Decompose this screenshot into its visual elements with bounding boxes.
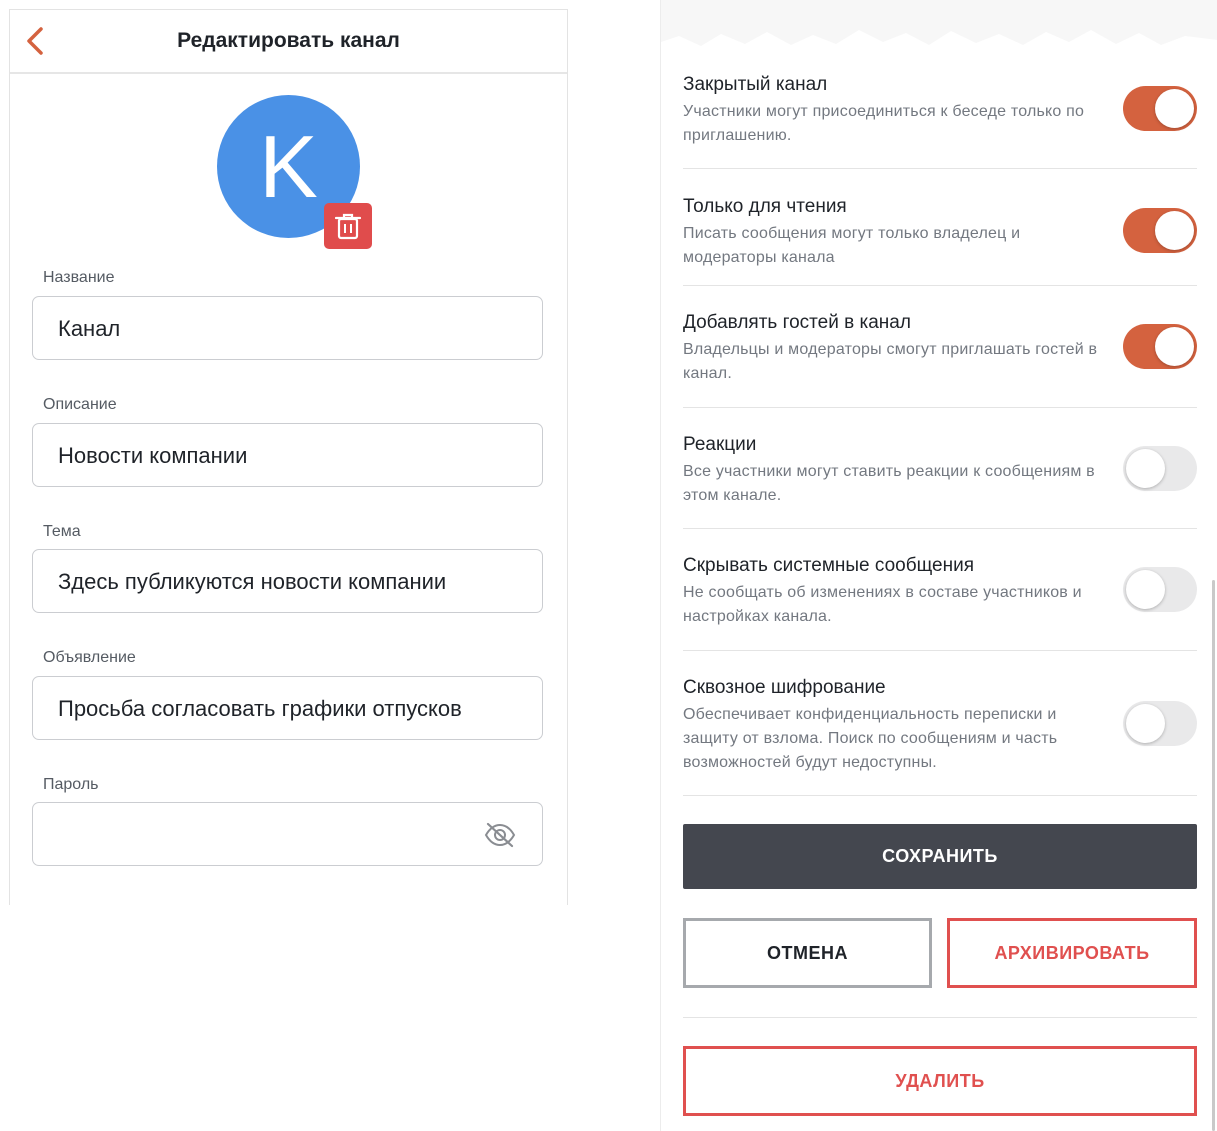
toggle-knob (1126, 704, 1165, 743)
setting-private-channel: Закрытый канал Участники могут присоедин… (683, 74, 1197, 169)
toggle-knob (1155, 211, 1194, 250)
torn-edge (661, 0, 1217, 46)
toggle-knob (1155, 327, 1194, 366)
setting-title: Реакции (683, 434, 757, 455)
reactions-toggle[interactable] (1123, 446, 1197, 491)
toggle-password-visibility-button[interactable] (484, 821, 516, 849)
announcement-label: Объявление (43, 649, 136, 666)
setting-title: Только для чтения (683, 196, 847, 217)
divider (683, 1017, 1197, 1018)
setting-e2e-encryption: Сквозное шифрование Обеспечивает конфиде… (683, 677, 1197, 796)
setting-description: Писать сообщения могут только владелец и… (683, 225, 1021, 266)
edit-channel-panel: Редактировать канал K Название Канал Опи… (9, 9, 568, 905)
setting-title: Скрывать системные сообщения (683, 555, 975, 576)
announcement-field[interactable]: Просьба согласовать графики отпусков (32, 676, 543, 740)
password-field[interactable] (32, 802, 543, 866)
description-value: Новости компании (58, 443, 248, 468)
scrollbar[interactable] (1212, 580, 1215, 1131)
name-value: Канал (58, 316, 121, 341)
setting-hide-system-messages: Скрывать системные сообщения Не сообщать… (683, 555, 1197, 651)
avatar-letter: K (259, 116, 318, 216)
setting-title: Сквозное шифрование (683, 677, 886, 698)
setting-description: Участники могут присоединиться к беседе … (683, 103, 1085, 144)
archive-button[interactable]: АРХИВИРОВАТЬ (947, 918, 1197, 988)
setting-description: Владельцы и модераторы смогут приглашать… (683, 341, 1098, 382)
toggle-knob (1126, 570, 1165, 609)
setting-guests: Добавлять гостей в канал Владельцы и мод… (683, 312, 1197, 408)
guests-toggle[interactable] (1123, 324, 1197, 369)
setting-description: Обеспечивает конфиденциальность переписк… (683, 706, 1058, 771)
page-title: Редактировать канал (177, 29, 400, 52)
setting-read-only: Только для чтения Писать сообщения могут… (683, 196, 1197, 286)
setting-reactions: Реакции Все участники могут ставить реак… (683, 434, 1197, 529)
topic-value: Здесь публикуются новости компании (58, 569, 447, 594)
topic-label: Тема (43, 523, 81, 540)
hide-system-messages-toggle[interactable] (1123, 567, 1197, 612)
delete-button[interactable]: УДАЛИТЬ (683, 1046, 1197, 1116)
password-label: Пароль (43, 776, 99, 793)
save-button[interactable]: СОХРАНИТЬ (683, 824, 1197, 889)
read-only-toggle[interactable] (1123, 208, 1197, 253)
description-field[interactable]: Новости компании (32, 423, 543, 487)
setting-description: Все участники могут ставить реакции к со… (683, 463, 1095, 504)
channel-settings-panel: Закрытый канал Участники могут присоедин… (660, 0, 1217, 1131)
e2e-encryption-toggle[interactable] (1123, 701, 1197, 746)
setting-title: Закрытый канал (683, 74, 828, 95)
toggle-knob (1126, 449, 1165, 488)
toggle-knob (1155, 89, 1194, 128)
name-label: Название (43, 269, 115, 286)
topic-field[interactable]: Здесь публикуются новости компании (32, 549, 543, 613)
setting-description: Не сообщать об изменениях в составе учас… (683, 584, 1082, 625)
name-field[interactable]: Канал (32, 296, 543, 360)
delete-avatar-button[interactable] (324, 203, 372, 249)
eye-off-icon (484, 822, 516, 848)
description-label: Описание (43, 396, 117, 413)
announcement-value: Просьба согласовать графики отпусков (58, 696, 462, 721)
cancel-button[interactable]: ОТМЕНА (683, 918, 932, 988)
setting-title: Добавлять гостей в канал (683, 312, 911, 333)
header: Редактировать канал (10, 10, 567, 74)
private-channel-toggle[interactable] (1123, 86, 1197, 131)
trash-icon (335, 213, 361, 240)
torn-edge (10, 890, 567, 905)
